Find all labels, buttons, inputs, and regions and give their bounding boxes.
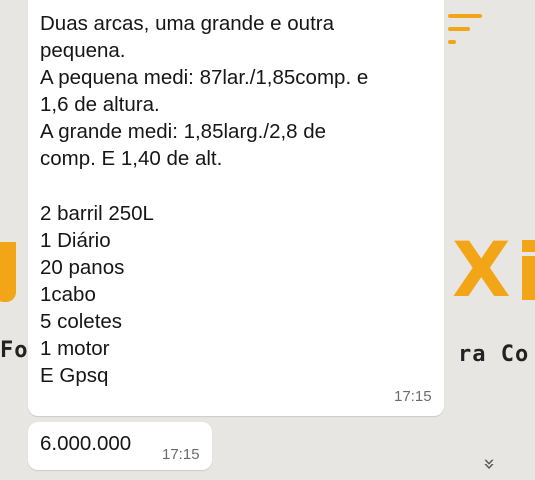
message-line: 5 coletes [40, 310, 123, 333]
wallpaper-logo-shape [0, 242, 16, 302]
price-message-timestamp: 17:15 [162, 446, 200, 463]
message-bubble[interactable]: Duas arcas, uma grande e outra pequena. … [28, 0, 444, 416]
wallpaper-text-right: ra Co [458, 342, 530, 367]
double-chevron-down-icon: » [478, 457, 502, 471]
wallpaper-logo-x: X [452, 225, 511, 314]
message-line: 2 barril 250L [40, 202, 154, 225]
message-line: 1,6 de altura. [40, 93, 160, 116]
message-line: 1 motor [40, 337, 110, 360]
wallpaper-stripes [448, 14, 482, 53]
message-line: 1cabo [40, 283, 96, 306]
message-line: E Gpsq [40, 364, 109, 387]
scroll-to-bottom-button[interactable]: » [474, 448, 506, 480]
wallpaper-logo-dot [522, 240, 535, 252]
message-line: Duas arcas, uma grande e outra [40, 12, 334, 35]
message-timestamp: 17:15 [394, 388, 432, 405]
message-line: 20 panos [40, 256, 125, 279]
message-line: comp. E 1,40 de alt. [40, 147, 223, 170]
message-line: A pequena medi: 87lar./1,85comp. e [40, 66, 369, 89]
price-message-text: 6.000.000 [40, 432, 132, 455]
message-line: A grande medi: 1,85larg./2,8 de [40, 120, 327, 143]
message-line: pequena. [40, 39, 126, 62]
wallpaper-logo-bar [522, 256, 535, 300]
price-message-bubble[interactable]: 6.000.000 17:15 [28, 422, 212, 470]
message-line: 1 Diário [40, 229, 111, 252]
wallpaper-text-left: Fo [0, 338, 29, 363]
